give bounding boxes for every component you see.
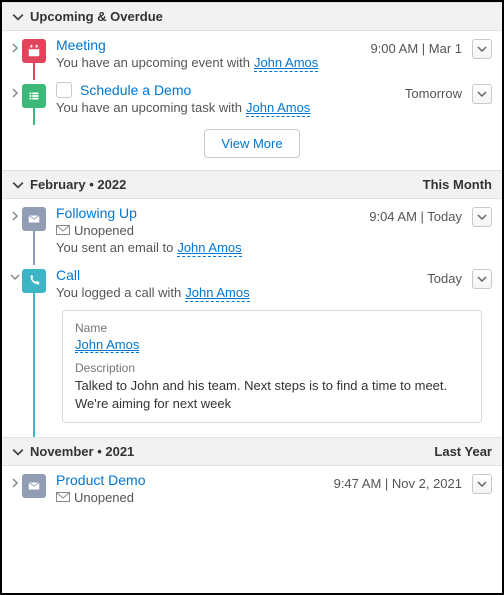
activity-item-demo: Schedule a Demo You have an upcoming tas… <box>2 76 502 121</box>
timeline-line <box>33 106 35 125</box>
call-icon <box>22 269 46 293</box>
activity-title-link[interactable]: Call <box>56 267 80 283</box>
activity-title-link[interactable]: Meeting <box>56 37 106 53</box>
activity-title-link[interactable]: Schedule a Demo <box>80 82 191 98</box>
activity-menu-button[interactable] <box>472 39 492 59</box>
collapse-icon[interactable] <box>8 267 22 281</box>
envelope-icon <box>56 490 70 505</box>
section-title: February • 2022 <box>30 177 126 192</box>
activity-meta: Today <box>427 267 468 286</box>
view-more-button[interactable]: View More <box>204 129 299 158</box>
activity-menu-button[interactable] <box>472 474 492 494</box>
activity-body: You have an upcoming task with <box>56 100 242 115</box>
activity-body: You logged a call with <box>56 285 181 300</box>
related-person-link[interactable]: John Amos <box>177 240 241 257</box>
expand-icon[interactable] <box>8 82 22 98</box>
detail-desc-text: Talked to John and his team. Next steps … <box>75 377 469 412</box>
expand-icon[interactable] <box>8 472 22 488</box>
activity-menu-button[interactable] <box>472 84 492 104</box>
email-status: Unopened <box>74 490 134 505</box>
chevron-down-icon <box>12 179 24 191</box>
task-icon <box>22 84 46 108</box>
timeline-line <box>33 291 35 437</box>
section-header-november[interactable]: November • 2021 Last Year <box>2 437 502 466</box>
section-title: Upcoming & Overdue <box>30 9 163 24</box>
event-icon <box>22 39 46 63</box>
section-header-february[interactable]: February • 2022 This Month <box>2 170 502 199</box>
detail-desc-label: Description <box>75 361 469 375</box>
activity-timeline: { "sections": { "upcoming": { "title": "… <box>0 0 504 595</box>
detail-name-label: Name <box>75 321 469 335</box>
activity-menu-button[interactable] <box>472 207 492 227</box>
related-person-link[interactable]: John Amos <box>254 55 318 72</box>
activity-title-link[interactable]: Product Demo <box>56 472 145 488</box>
section-title: November • 2021 <box>30 444 134 459</box>
timeline-line <box>33 229 35 265</box>
section-header-upcoming[interactable]: Upcoming & Overdue <box>2 2 502 31</box>
activity-meta: 9:04 AM | Today <box>369 205 468 224</box>
chevron-down-icon <box>12 11 24 23</box>
activity-meta: 9:47 AM | Nov 2, 2021 <box>334 472 468 491</box>
envelope-icon <box>56 223 70 238</box>
activity-meta: 9:00 AM | Mar 1 <box>370 37 468 56</box>
email-status: Unopened <box>74 223 134 238</box>
detail-name-link[interactable]: John Amos <box>75 337 139 353</box>
activity-item-followup: Following Up Unopened You sent an email … <box>2 199 502 261</box>
expand-icon[interactable] <box>8 205 22 221</box>
expand-icon[interactable] <box>8 37 22 53</box>
task-checkbox[interactable] <box>56 82 72 98</box>
activity-item-call: Call You logged a call with John Amos To… <box>2 261 502 437</box>
chevron-down-icon <box>12 446 24 458</box>
activity-item-productdemo: Product Demo Unopened 9:47 AM | Nov 2, 2… <box>2 466 502 509</box>
section-badge: Last Year <box>434 444 492 459</box>
call-detail-card: Name John Amos Description Talked to Joh… <box>62 310 482 423</box>
activity-body: You have an upcoming event with <box>56 55 250 70</box>
email-icon <box>22 207 46 231</box>
activity-item-meeting: Meeting You have an upcoming event with … <box>2 31 502 76</box>
section-badge: This Month <box>423 177 492 192</box>
email-icon <box>22 474 46 498</box>
activity-menu-button[interactable] <box>472 269 492 289</box>
related-person-link[interactable]: John Amos <box>246 100 310 117</box>
activity-title-link[interactable]: Following Up <box>56 205 137 221</box>
activity-meta: Tomorrow <box>405 82 468 101</box>
activity-body: You sent an email to <box>56 240 173 255</box>
related-person-link[interactable]: John Amos <box>185 285 249 302</box>
